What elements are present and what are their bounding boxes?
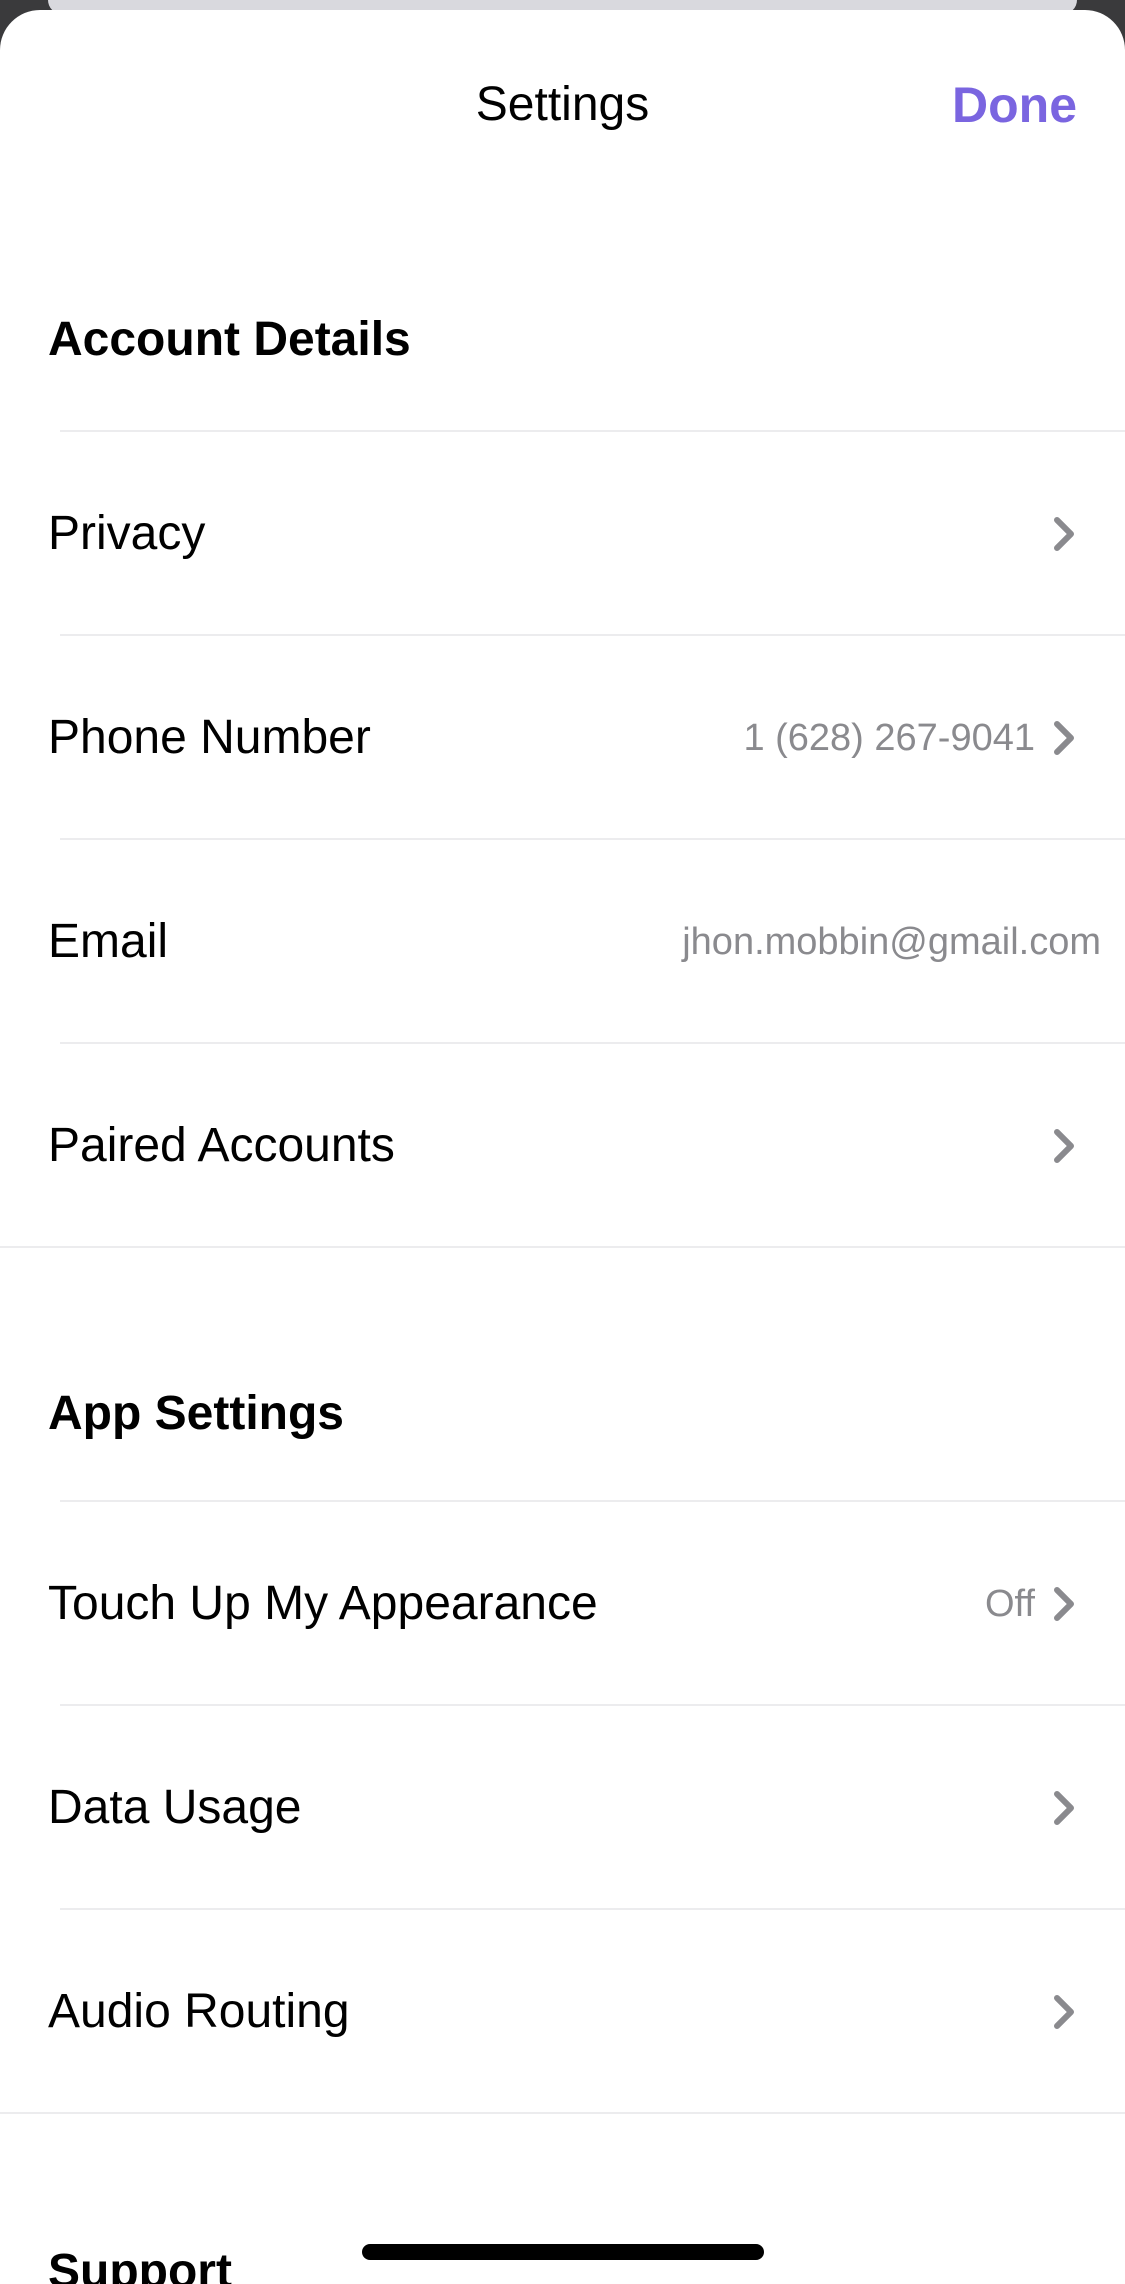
row-paired-accounts[interactable]: Paired Accounts (0, 1044, 1125, 1248)
row-email[interactable]: Email jhon.mobbin@gmail.com (0, 840, 1125, 1044)
section-divider (0, 2112, 1125, 2114)
touch-up-value: Off (985, 1583, 1035, 1625)
chevron-right-icon (1054, 1791, 1074, 1825)
home-indicator (362, 2244, 764, 2260)
row-label-privacy: Privacy (48, 507, 206, 560)
row-privacy[interactable]: Privacy (0, 432, 1125, 636)
chevron-right-icon (1054, 1129, 1074, 1163)
row-label-email: Email (48, 915, 169, 968)
section-header-account-details: Account Details (48, 313, 411, 366)
row-label-audio-routing: Audio Routing (48, 1985, 350, 2038)
email-value: jhon.mobbin@gmail.com (682, 921, 1101, 963)
chevron-right-icon (1054, 1587, 1074, 1621)
row-touch-up-my-appearance[interactable]: Touch Up My Appearance Off (0, 1502, 1125, 1706)
section-header-app-settings: App Settings (48, 1387, 344, 1440)
section-divider (0, 1246, 1125, 1248)
row-label-paired-accounts: Paired Accounts (48, 1119, 395, 1172)
row-audio-routing[interactable]: Audio Routing (0, 1910, 1125, 2114)
done-button[interactable]: Done (952, 65, 1077, 145)
phone-number-value: 1 (628) 267-9041 (743, 717, 1035, 759)
row-label-data-usage: Data Usage (48, 1781, 302, 1834)
settings-sheet: Settings Done Account Details Privacy Ph… (0, 10, 1125, 2284)
row-data-usage[interactable]: Data Usage (0, 1706, 1125, 1910)
row-phone-number[interactable]: Phone Number 1 (628) 267-9041 (0, 636, 1125, 840)
chevron-right-icon (1054, 1995, 1074, 2029)
chevron-right-icon (1054, 517, 1074, 551)
row-label-phone-number: Phone Number (48, 711, 371, 764)
section-header-support: Support (48, 2245, 232, 2284)
chevron-right-icon (1054, 721, 1074, 755)
row-label-touch-up-my-appearance: Touch Up My Appearance (48, 1577, 598, 1630)
